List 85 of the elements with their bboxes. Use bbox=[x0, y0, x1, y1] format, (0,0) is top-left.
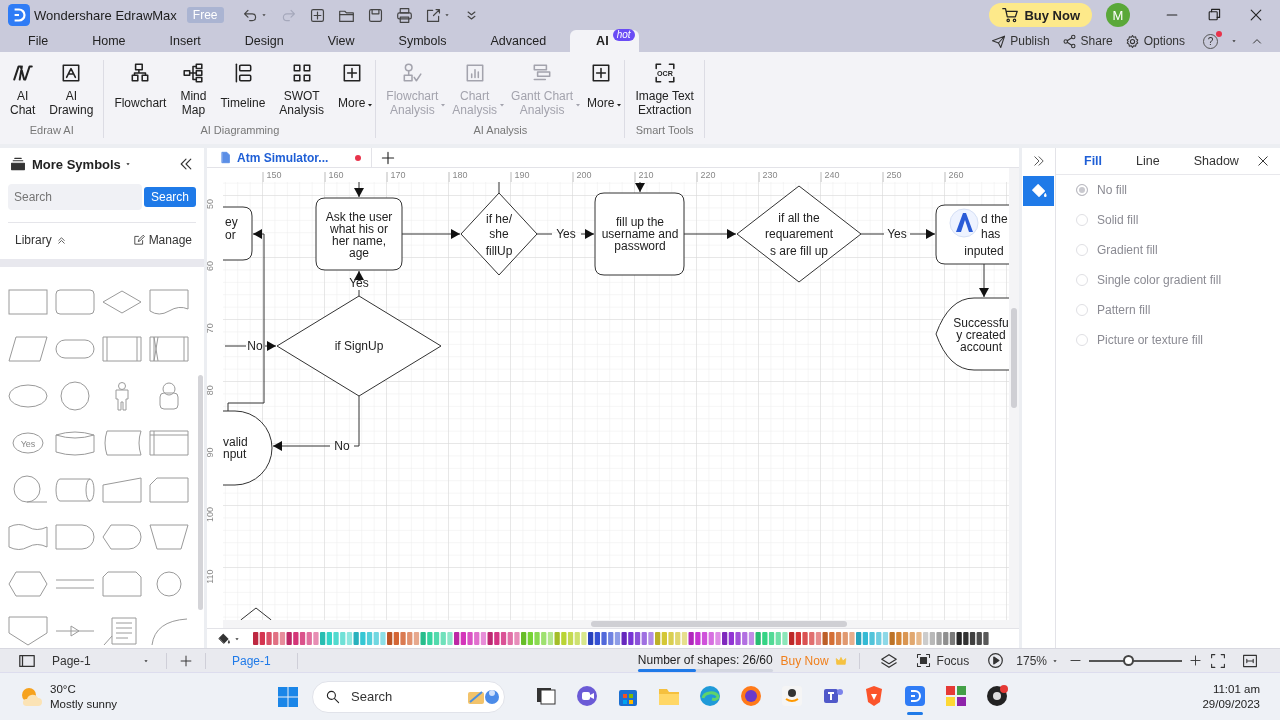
menu-tab[interactable]: AI hot bbox=[570, 30, 639, 52]
clock-date: 29/09/2023 bbox=[1202, 696, 1260, 712]
timeline-button[interactable]: Timeline bbox=[214, 60, 272, 120]
page-tab[interactable]: Page-1 bbox=[218, 653, 285, 668]
shape-count: Number of shapes: 26/60 bbox=[637, 653, 773, 667]
ruler-number: 90 bbox=[207, 447, 215, 458]
group-label: AI Analysis bbox=[472, 124, 529, 136]
ruler-number: 180 bbox=[452, 170, 468, 180]
options-button[interactable]: Options bbox=[1124, 33, 1185, 49]
decision-node[interactable]: if he/ she fillUp bbox=[460, 192, 538, 276]
weather-text: Mostly sunny bbox=[50, 696, 118, 712]
ruler-number: 50 bbox=[207, 199, 215, 209]
ruler-number: 220 bbox=[700, 170, 716, 180]
panel-tab[interactable]: Line bbox=[1136, 154, 1160, 168]
page-dropdown[interactable]: Page-1 bbox=[52, 653, 154, 668]
plan-badge: Free bbox=[186, 7, 224, 23]
option-label: No fill bbox=[1097, 183, 1127, 197]
search-field[interactable]: Search bbox=[8, 184, 142, 210]
ruler-number: 230 bbox=[762, 170, 778, 180]
ruler-number: 170 bbox=[390, 170, 406, 180]
hot-badge: hot bbox=[612, 29, 635, 41]
panel-tab[interactable]: Shadow bbox=[1193, 154, 1239, 168]
search-input[interactable]: Search bbox=[349, 688, 458, 705]
group-label: Edraw AI bbox=[28, 124, 75, 136]
ruler-number: 80 bbox=[207, 385, 215, 396]
flowchart-button[interactable]: Flowchart bbox=[108, 60, 173, 120]
ruler-number: 190 bbox=[514, 170, 530, 180]
menu-tab[interactable]: View bbox=[305, 30, 377, 52]
buy-now-button[interactable]: Buy Now bbox=[989, 3, 1092, 27]
more-button[interactable]: More bbox=[581, 60, 621, 120]
display-node[interactable]: Successfu y created account bbox=[935, 297, 1009, 371]
option-label: Gradient fill bbox=[1097, 243, 1158, 257]
document-title: Atm Simulator... bbox=[237, 150, 329, 165]
manage-button[interactable]: Manage bbox=[132, 233, 192, 247]
ai-drawing-button[interactable]: AI Drawing bbox=[43, 60, 100, 120]
ruler-number: 150 bbox=[266, 170, 282, 180]
library-toggle[interactable]: Library bbox=[15, 233, 67, 247]
process-node[interactable]: ey or bbox=[223, 206, 253, 261]
group-label: Smart Tools bbox=[634, 124, 695, 136]
menu-tab[interactable]: Advanced bbox=[468, 30, 569, 52]
process-node[interactable]: fill up the username and password bbox=[594, 192, 685, 276]
zoom-dropdown[interactable]: 175% bbox=[1016, 653, 1059, 668]
option-label: Pattern fill bbox=[1097, 303, 1151, 317]
ruler-number: 60 bbox=[207, 261, 215, 272]
symbols-dropdown[interactable]: More Symbols bbox=[32, 156, 132, 172]
connector-label: No bbox=[334, 439, 350, 453]
ruler-number: 200 bbox=[576, 170, 592, 180]
delay-node[interactable]: valid nput bbox=[223, 410, 273, 486]
focus-button[interactable]: Focus bbox=[915, 653, 970, 668]
ruler-number: 260 bbox=[948, 170, 964, 180]
menu-tab[interactable]: Insert bbox=[147, 30, 223, 52]
option-label: Single color gradient fill bbox=[1097, 273, 1222, 287]
ruler-number: 250 bbox=[886, 170, 902, 180]
decision-node[interactable]: if SignUp bbox=[276, 295, 442, 397]
mind-map-button[interactable]: Mind Map bbox=[174, 60, 213, 120]
process-node[interactable]: Ask the user what his or her name, age bbox=[315, 197, 403, 271]
publish-button[interactable]: Publish bbox=[991, 33, 1050, 49]
ai-chat-button[interactable]: AI Chat bbox=[4, 60, 42, 120]
option-label: Solid fill bbox=[1097, 213, 1139, 227]
option-label: Picture or texture fill bbox=[1097, 333, 1204, 347]
decision-node[interactable]: if all the requarement s are fill up bbox=[736, 185, 862, 283]
temperature: 30°C bbox=[50, 681, 77, 697]
ruler-number: 110 bbox=[207, 569, 215, 584]
connector-label: No bbox=[247, 339, 263, 353]
share-button[interactable]: Share bbox=[1061, 33, 1113, 49]
menu-tab[interactable]: File bbox=[6, 30, 71, 52]
ruler-number: 210 bbox=[638, 170, 654, 180]
menu-tab[interactable]: Home bbox=[70, 30, 148, 52]
search-button[interactable]: Search bbox=[143, 187, 196, 207]
app-name: Wondershare EdrawMax bbox=[34, 7, 177, 23]
ruler-number: 70 bbox=[207, 323, 215, 334]
search-field[interactable]: Search bbox=[312, 680, 505, 713]
connector-label: Yes bbox=[887, 227, 907, 241]
ruler-number: 240 bbox=[824, 170, 840, 180]
connector-label: Yes bbox=[556, 227, 576, 241]
group-label: AI Diagramming bbox=[199, 124, 281, 136]
swot-button[interactable]: SWOT Analysis bbox=[273, 60, 330, 120]
panel-tab[interactable]: Fill bbox=[1084, 154, 1103, 168]
more-button[interactable]: More bbox=[332, 60, 372, 120]
ruler-number: 100 bbox=[207, 507, 215, 522]
menu-tab[interactable]: Symbols bbox=[376, 30, 469, 52]
menu-tab[interactable]: Design bbox=[222, 30, 306, 52]
clock-time: 11:01 am bbox=[1212, 681, 1260, 697]
connector-label: Yes bbox=[349, 276, 369, 290]
ruler-number: 160 bbox=[328, 170, 344, 180]
